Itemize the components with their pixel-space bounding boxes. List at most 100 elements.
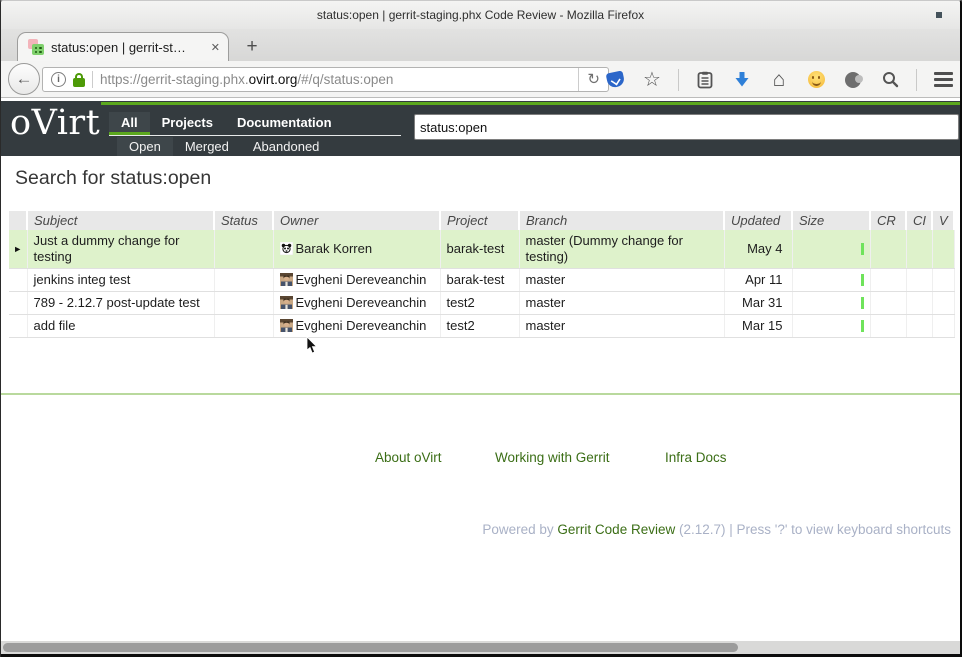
header-accent-line	[101, 102, 960, 105]
branch-cell[interactable]: master	[519, 269, 724, 292]
mouse-cursor	[306, 337, 319, 355]
row-pointer-cell	[9, 292, 27, 315]
updated-cell: Mar 15	[724, 315, 792, 338]
status-cell	[214, 292, 273, 315]
search-icon[interactable]	[879, 68, 901, 92]
table-row[interactable]: 789 - 2.12.7 post-update test Evgheni Der…	[9, 292, 954, 315]
project-cell[interactable]: test2	[440, 315, 519, 338]
owner-cell[interactable]: Evgheni Dereveanchin	[273, 292, 440, 315]
subject-cell[interactable]: Just a dummy change for testing	[27, 230, 214, 269]
size-bar	[861, 243, 864, 255]
back-button[interactable]: ←	[8, 63, 40, 95]
branch-cell[interactable]: master (Dummy change for testing)	[519, 230, 724, 269]
project-cell[interactable]: test2	[440, 292, 519, 315]
downloads-icon[interactable]	[731, 68, 753, 92]
footer-separator	[1, 393, 960, 395]
footer-link-infra-docs[interactable]: Infra Docs	[665, 450, 727, 465]
horizontal-scrollbar[interactable]	[1, 641, 960, 654]
updated-cell: Mar 31	[724, 292, 792, 315]
updated-cell: Apr 11	[724, 269, 792, 292]
url-text[interactable]: https://gerrit-staging.phx.ovirt.org/#/q…	[100, 72, 393, 87]
table-row[interactable]: jenkins integ test Evgheni Dereveanchin ba…	[9, 269, 954, 292]
bookmarks-list-icon[interactable]	[694, 68, 716, 92]
project-cell[interactable]: barak-test	[440, 269, 519, 292]
row-pointer-cell	[9, 315, 27, 338]
bookmark-star-icon[interactable]: ☆	[641, 68, 663, 92]
project-cell[interactable]: barak-test	[440, 230, 519, 269]
changes-table-body: ►Just a dummy change for testingBarak Ko…	[9, 230, 954, 338]
column-header-ci: CI	[906, 211, 932, 230]
column-header-pointer	[9, 211, 27, 230]
page-info-icon[interactable]: i	[51, 72, 66, 87]
nav-item-abandoned[interactable]: Abandoned	[241, 137, 332, 156]
url-bar[interactable]: i https://gerrit-staging.phx.ovirt.org/#…	[42, 67, 609, 92]
column-header-subject: Subject	[27, 211, 214, 230]
column-header-branch: Branch	[519, 211, 724, 230]
owner-cell[interactable]: Evgheni Dereveanchin	[273, 269, 440, 292]
toolbar-icons: ☆ ⌂	[604, 61, 954, 98]
column-header-v: V	[932, 211, 954, 230]
owner-name[interactable]: Evgheni Dereveanchin	[296, 318, 427, 333]
pocket-icon[interactable]	[604, 68, 626, 92]
size-cell	[792, 292, 870, 315]
status-cell	[214, 315, 273, 338]
menu-hamburger-icon[interactable]	[932, 68, 954, 92]
v-cell	[932, 292, 954, 315]
ovirt-logo[interactable]: oVirt	[10, 103, 100, 143]
footer-links: About oVirt Working with Gerrit Infra Docs	[1, 450, 960, 470]
v-cell	[932, 230, 954, 269]
nav-item-documentation[interactable]: Documentation	[225, 112, 344, 135]
gerrit-search-input[interactable]	[414, 114, 959, 140]
column-header-size: Size	[792, 211, 870, 230]
gerrit-code-review-link[interactable]: Gerrit Code Review	[557, 522, 675, 537]
footer-link-about-ovirt[interactable]: About oVirt	[375, 450, 442, 465]
column-header-project: Project	[440, 211, 519, 230]
tab-close-icon[interactable]: ✕	[205, 41, 220, 54]
powered-by: Powered by Gerrit Code Review (2.12.7) |…	[482, 522, 951, 537]
size-bar	[861, 320, 864, 332]
table-row[interactable]: ►Just a dummy change for testingBarak Ko…	[9, 230, 954, 269]
active-tab[interactable]: status:open | gerrit-st… ✕	[17, 32, 229, 62]
nav-item-merged[interactable]: Merged	[173, 137, 241, 156]
subject-cell[interactable]: add file	[27, 315, 214, 338]
owner-name[interactable]: Barak Korren	[296, 241, 373, 256]
status-cell	[214, 230, 273, 269]
window-menu-button[interactable]	[936, 12, 942, 18]
size-bar	[861, 297, 864, 309]
size-bar	[861, 274, 864, 286]
branch-cell[interactable]: master	[519, 315, 724, 338]
gerrit-favicon-icon	[28, 39, 45, 56]
status-cell	[214, 269, 273, 292]
column-header-cr: CR	[870, 211, 906, 230]
home-icon[interactable]: ⌂	[768, 68, 790, 92]
page-title: Search for status:open	[15, 167, 211, 190]
owner-name[interactable]: Evgheni Dereveanchin	[296, 295, 427, 310]
owner-name[interactable]: Evgheni Dereveanchin	[296, 272, 427, 287]
nav-item-all[interactable]: All	[109, 112, 150, 135]
subject-cell[interactable]: 789 - 2.12.7 post-update test	[27, 292, 214, 315]
subject-cell[interactable]: jenkins integ test	[27, 269, 214, 292]
new-tab-button[interactable]: +	[237, 36, 267, 59]
https-lock-icon[interactable]	[73, 73, 85, 87]
column-header-owner: Owner	[273, 211, 440, 230]
v-cell	[932, 315, 954, 338]
footer-link-working-with-gerrit[interactable]: Working with Gerrit	[495, 450, 610, 465]
v-cell	[932, 269, 954, 292]
owner-avatar	[280, 295, 296, 310]
nav-item-projects[interactable]: Projects	[150, 112, 225, 135]
owner-cell[interactable]: Barak Korren	[273, 230, 440, 269]
table-row[interactable]: add file Evgheni Dereveanchin test2masterM…	[9, 315, 954, 338]
nav-item-open[interactable]: Open	[117, 137, 173, 156]
tab-title: status:open | gerrit-st…	[51, 40, 205, 55]
nav-secondary: OpenMergedAbandoned	[117, 137, 401, 156]
branch-cell[interactable]: master	[519, 292, 724, 315]
row-pointer-cell	[9, 269, 27, 292]
ci-cell	[906, 230, 932, 269]
owner-avatar	[280, 241, 296, 256]
browser-window: status:open | gerrit-staging.phx Code Re…	[0, 0, 962, 657]
nav-primary: AllProjectsDocumentation	[109, 112, 401, 136]
owner-cell[interactable]: Evgheni Dereveanchin	[273, 315, 440, 338]
scrollbar-thumb[interactable]	[3, 643, 738, 652]
globe-addon-icon[interactable]	[842, 68, 864, 92]
smiley-addon-icon[interactable]	[805, 68, 827, 92]
